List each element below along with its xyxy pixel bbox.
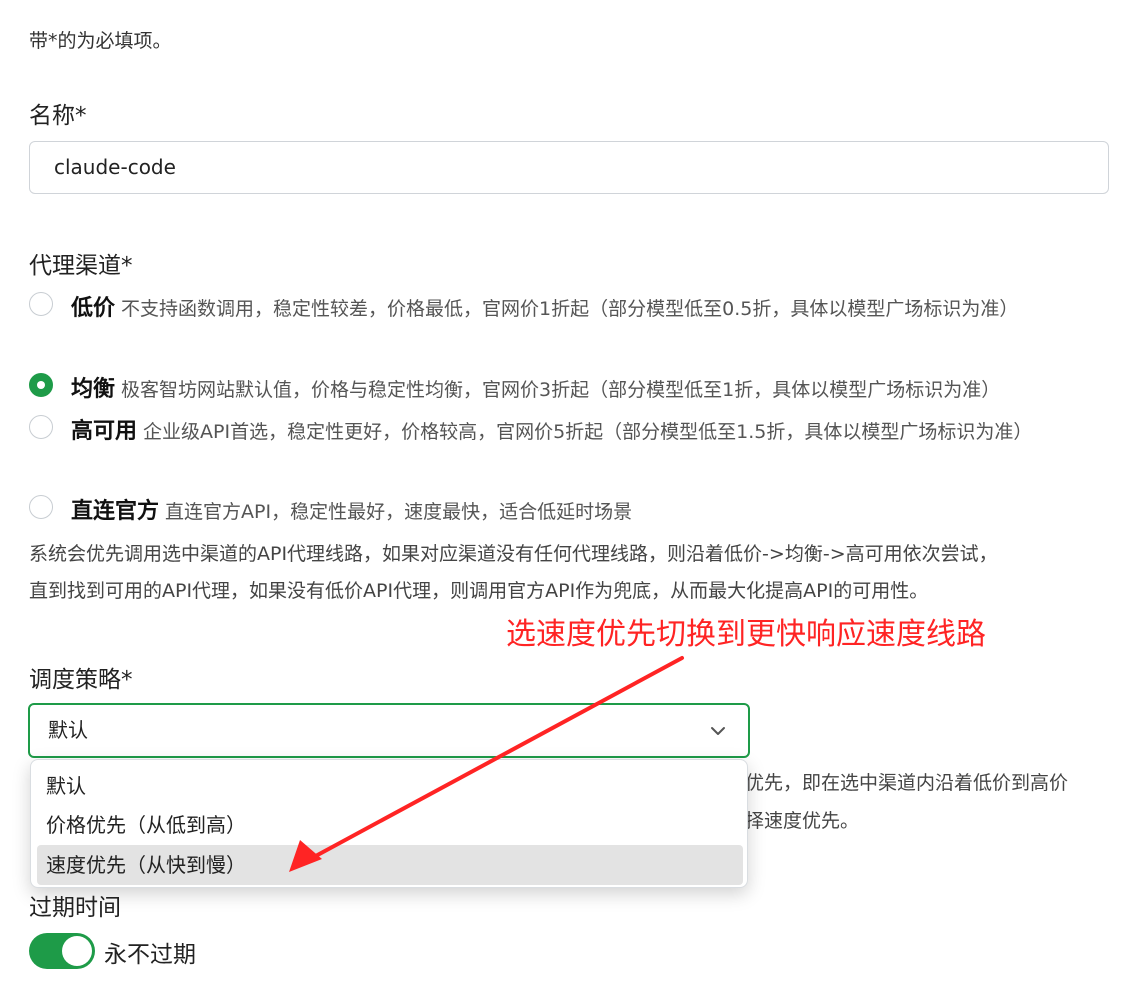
radio-desc: 不支持函数调用，稳定性较差，价格最低，官网价1折起（部分模型低至0.5折，具体以… (121, 298, 1019, 320)
toggle-knob (62, 936, 92, 966)
strategy-dropdown: 默认 价格优先（从低到高） 速度优先（从快到慢） (30, 759, 748, 888)
required-hint: 带*的为必填项。 (29, 30, 172, 52)
strategy-help-line-2: 择速度优先。 (745, 810, 860, 832)
radio-text: 直连官方 直连官方API，稳定性最好，速度最快，适合低延时场景 (71, 493, 1109, 531)
radio-title: 低价 (71, 296, 116, 321)
radio-text: 均衡 极客智坊网站默认值，价格与稳定性均衡，官网价3折起（部分模型低至1折，具体以… (71, 371, 1109, 409)
radio-circle[interactable] (29, 292, 53, 316)
channel-info: 系统会优先调用选中渠道的API代理线路，如果对应渠道没有任何代理线路，则沿着低价… (29, 536, 1114, 610)
chevron-down-icon (711, 727, 725, 735)
radio-desc: 极客智坊网站默认值，价格与稳定性均衡，官网价3折起（部分模型低至1折，具体以模型… (121, 379, 1001, 401)
radio-desc: 企业级API首选，稳定性更好，价格较高，官网价5折起（部分模型低至1.5折，具体… (143, 421, 1033, 443)
radio-circle[interactable] (29, 495, 53, 519)
dropdown-option-default[interactable]: 默认 (37, 766, 743, 806)
strategy-label: 调度策略* (29, 667, 133, 693)
radio-title: 均衡 (71, 377, 116, 402)
radio-circle-checked[interactable] (29, 373, 53, 397)
radio-text: 高可用 企业级API首选，稳定性更好，价格较高，官网价5折起（部分模型低至1.5折… (71, 413, 1109, 451)
radio-title: 高可用 (71, 419, 138, 444)
radio-title: 直连官方 (71, 499, 160, 524)
radio-text: 低价 不支持函数调用，稳定性较差，价格最低，官网价1折起（部分模型低至0.5折，具… (71, 290, 1109, 328)
channel-info-line-1: 系统会优先调用选中渠道的API代理线路，如果对应渠道没有任何代理线路，则沿着低价… (29, 543, 998, 565)
radio-circle[interactable] (29, 415, 53, 439)
never-expire-label: 永不过期 (104, 942, 196, 968)
dropdown-option-price-priority[interactable]: 价格优先（从低到高） (37, 805, 743, 845)
name-input[interactable]: claude-code (29, 141, 1109, 194)
strategy-select[interactable]: 默认 (28, 703, 750, 758)
channel-info-line-2: 直到找到可用的API代理，如果没有低价API代理，则调用官方API作为兜底，从而… (29, 580, 929, 602)
never-expire-toggle[interactable] (29, 933, 95, 969)
dropdown-option-speed-priority[interactable]: 速度优先（从快到慢） (37, 845, 743, 885)
name-label: 名称* (29, 103, 87, 129)
annotation-text: 选速度优先切换到更快响应速度线路 (506, 617, 986, 652)
channel-label: 代理渠道* (29, 253, 133, 279)
strategy-select-value: 默认 (48, 718, 88, 742)
strategy-help-line-1: 优先，即在选中渠道内沿着低价到高价 (745, 772, 1069, 794)
radio-desc: 直连官方API，稳定性最好，速度最快，适合低延时场景 (165, 501, 633, 523)
expiry-label: 过期时间 (29, 895, 121, 921)
